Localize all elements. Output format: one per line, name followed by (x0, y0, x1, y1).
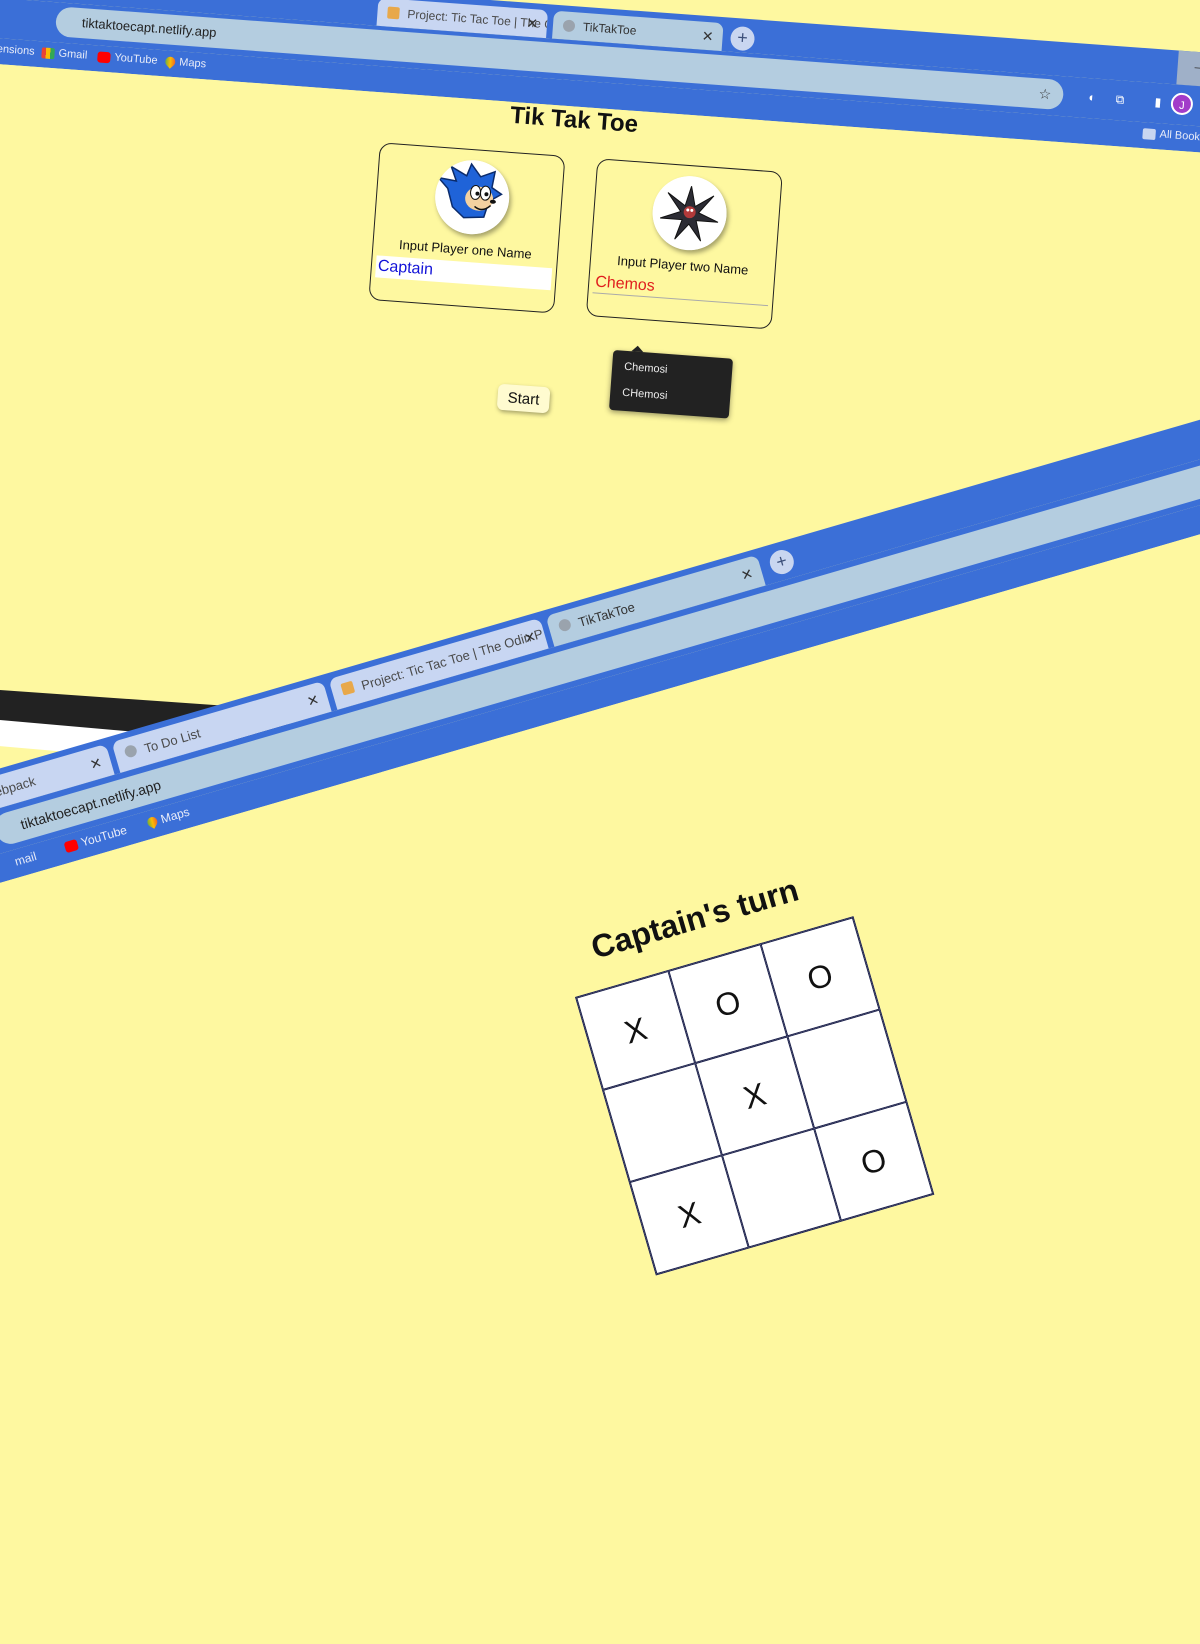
minimize-icon[interactable]: — (1176, 50, 1200, 88)
bookmark-gmail[interactable]: mail (13, 849, 38, 869)
bookmark-label: YouTube (114, 51, 159, 67)
close-icon[interactable]: ✕ (737, 557, 757, 591)
spiky-avatar (649, 173, 730, 253)
side-panel-icon[interactable]: ▮ (1148, 93, 1167, 112)
autocomplete-option[interactable]: Chemosi (624, 361, 668, 376)
globe-favicon-icon (123, 743, 139, 759)
tab-label: ebpack (0, 773, 38, 800)
maps-icon (163, 54, 178, 69)
gmail-icon (41, 46, 56, 59)
address-text: tiktaktoecapt.netlify.app (81, 15, 218, 41)
youtube-icon (63, 838, 79, 853)
autocomplete-option[interactable]: CHemosi (622, 387, 668, 402)
start-button[interactable]: Start (496, 383, 551, 414)
bookmark-label: All Bookm (1159, 128, 1200, 144)
odin-favicon-icon (387, 6, 400, 20)
bookmark-label: mail (13, 849, 39, 869)
new-tab-button[interactable]: + (766, 547, 797, 577)
folder-icon (1142, 127, 1157, 140)
autocomplete-dropdown: Chemosi CHemosi (608, 349, 734, 419)
sonic-icon (435, 160, 510, 235)
game-board: X O O X X O (574, 916, 935, 1276)
tab-label: TikTakToe (582, 19, 637, 38)
bookmark-maps[interactable]: Maps (145, 804, 192, 831)
bookmark-maps[interactable]: Maps (163, 54, 207, 71)
new-tab-button[interactable]: + (729, 25, 756, 52)
close-icon[interactable]: ✕ (525, 9, 539, 38)
player-one-card: Input Player one Name (368, 142, 566, 314)
close-icon[interactable]: ✕ (701, 22, 715, 51)
globe-favicon-icon (557, 617, 573, 633)
bookmark-label: Gmail (58, 47, 88, 62)
player-two-card: Input Player two Name (585, 158, 783, 330)
close-icon[interactable]: ✕ (303, 683, 323, 717)
avatar[interactable]: J (1170, 92, 1194, 116)
bookmark-youtube[interactable]: YouTube (97, 50, 159, 67)
youtube-icon (97, 50, 111, 63)
bookmark-label: Maps (178, 56, 207, 71)
bookmark-label: tensions (0, 42, 36, 58)
bookmark-star-icon[interactable]: ☆ (1038, 78, 1053, 109)
extension-icon[interactable]: ◐ (1083, 88, 1102, 107)
globe-favicon-icon (562, 19, 576, 33)
puzzle-icon[interactable]: ⧉ (1110, 90, 1129, 109)
odin-favicon-icon (340, 680, 356, 696)
spiky-creature-icon (652, 176, 727, 251)
all-bookmarks[interactable]: All Bookm (1142, 127, 1200, 144)
close-icon[interactable]: ✕ (86, 746, 106, 780)
maps-icon (145, 815, 160, 829)
bookmark-extensions[interactable]: tensions (0, 43, 35, 58)
bookmark-label: Maps (159, 804, 192, 827)
sonic-avatar (432, 157, 512, 237)
bookmark-gmail[interactable]: Gmail (41, 46, 88, 62)
